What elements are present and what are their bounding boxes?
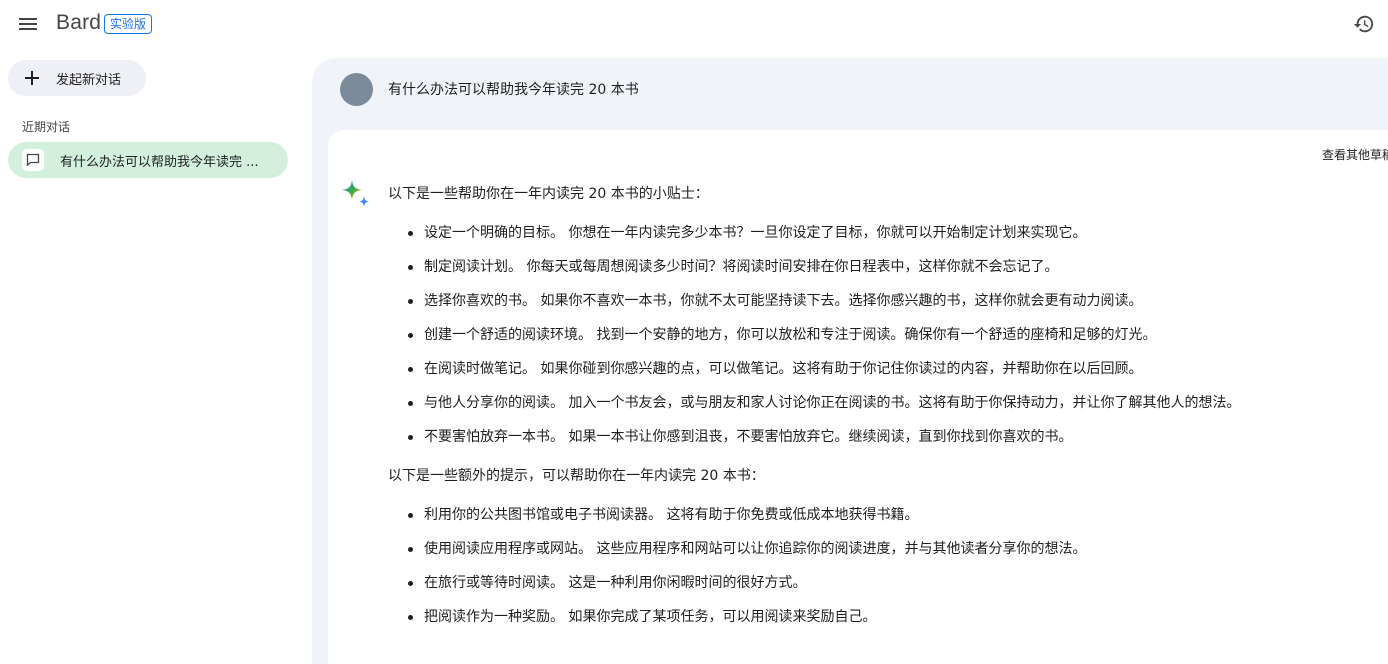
recent-chat-label: 有什么办法可以帮助我今年读完 ...	[60, 154, 259, 170]
history-icon	[1353, 15, 1374, 33]
recent-chat-item[interactable]: 有什么办法可以帮助我今年读完 ...	[8, 142, 288, 178]
list-item: 在旅行或等待时阅读。 这是一种利用你闲暇时间的很好方式。	[388, 566, 1368, 600]
list-item: 使用阅读应用程序或网站。 这些应用程序和网站可以让你追踪你的阅读进度，并与其他读…	[388, 532, 1368, 566]
list-item: 与他人分享你的阅读。 加入一个书友会，或与朋友和家人讨论你正在阅读的书。这将有助…	[388, 386, 1368, 420]
list-item: 创建一个舒适的阅读环境。 找到一个安静的地方，你可以放松和专注于阅读。确保你有一…	[388, 318, 1368, 352]
response-content: 以下是一些帮助你在一年内读完 20 本书的小贴士： 设定一个明确的目标。 你想在…	[388, 182, 1368, 644]
conversation-area: 有什么办法可以帮助我今年读完 20 本书 查看其他草稿 以下是一些帮助你在一年内…	[312, 58, 1388, 664]
top-bar: Bard 实验版	[0, 0, 1388, 48]
list-item: 制定阅读计划。 你每天或每周想阅读多少时间？将阅读时间安排在你日程表中，这样你就…	[388, 250, 1368, 284]
list-item: 选择你喜欢的书。 如果你不喜欢一本书，你就不太可能坚持读下去。选择你感兴趣的书，…	[388, 284, 1368, 318]
new-chat-button[interactable]: 发起新对话	[8, 60, 146, 96]
chat-bubble-icon	[22, 149, 44, 171]
user-prompt-text: 有什么办法可以帮助我今年读完 20 本书	[388, 82, 639, 98]
plus-icon	[25, 71, 39, 85]
extra-tips-intro: 以下是一些额外的提示，可以帮助你在一年内读完 20 本书：	[388, 468, 765, 484]
new-chat-label: 发起新对话	[56, 72, 122, 88]
list-item: 设定一个明确的目标。 你想在一年内读完多少本书？一旦你设定了目标，你就可以开始制…	[388, 216, 1368, 250]
bard-response: 查看其他草稿 以下是一些帮助你在一年内读完 20 本书的小贴士： 设定一个明确的…	[328, 130, 1388, 664]
app-name: Bard	[56, 11, 102, 34]
sparkle-icon	[342, 180, 369, 207]
list-item: 利用你的公共图书馆或电子书阅读器。 这将有助于你免费或低成本地获得书籍。	[388, 498, 1368, 532]
sidebar: 发起新对话 近期对话 有什么办法可以帮助我今年读完 ...	[0, 48, 300, 664]
user-message: 有什么办法可以帮助我今年读完 20 本书	[340, 72, 639, 106]
list-item: 不要害怕放弃一本书。 如果一本书让你感到沮丧，不要害怕放弃它。继续阅读，直到你找…	[388, 420, 1368, 454]
view-other-drafts-button[interactable]: 查看其他草稿	[1322, 146, 1388, 163]
list-item: 在阅读时做笔记。 如果你碰到你感兴趣的点，可以做笔记。这将有助于你记住你读过的内…	[388, 352, 1368, 386]
main-menu-button[interactable]	[12, 8, 44, 40]
hamburger-menu-icon	[19, 18, 37, 30]
activity-history-button[interactable]	[1350, 10, 1378, 38]
extra-tips-list: 利用你的公共图书馆或电子书阅读器。 这将有助于你免费或低成本地获得书籍。 使用阅…	[388, 498, 1368, 634]
tips-list: 设定一个明确的目标。 你想在一年内读完多少本书？一旦你设定了目标，你就可以开始制…	[388, 216, 1368, 454]
list-item: 把阅读作为一种奖励。 如果你完成了某项任务，可以用阅读来奖励自己。	[388, 600, 1368, 634]
recent-chats-heading: 近期对话	[22, 120, 71, 134]
user-avatar	[340, 72, 373, 106]
experiment-badge: 实验版	[104, 14, 153, 34]
response-intro: 以下是一些帮助你在一年内读完 20 本书的小贴士：	[388, 186, 709, 202]
